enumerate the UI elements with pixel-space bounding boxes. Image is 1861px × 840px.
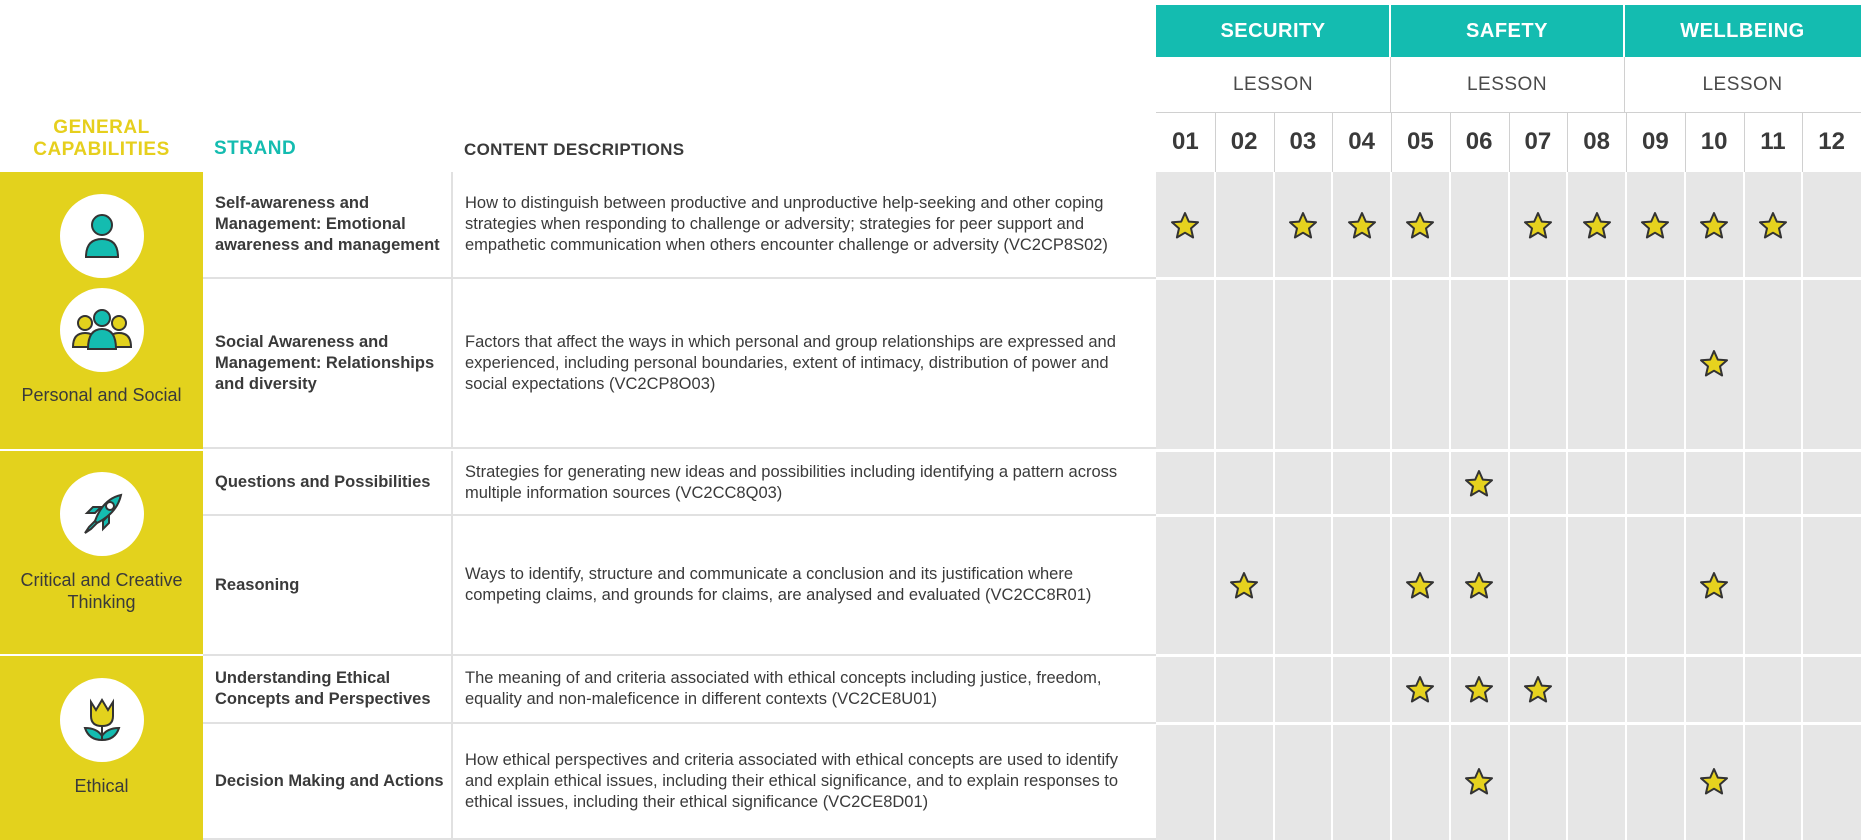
rocket-icon [60,472,144,556]
grid-row-line [1156,654,1861,657]
divider [1390,57,1391,112]
star-icon [1641,211,1670,238]
content-cell: The meaning of and criteria associated w… [453,656,1156,724]
lesson-number: 01 [1172,128,1199,155]
content-cell: Strategies for generating new ideas and … [453,451,1156,516]
star-icon [1347,211,1376,238]
lesson-number: 09 [1642,128,1669,155]
star-icon [1465,676,1494,703]
content-cell: Ways to identify, structure and communic… [453,516,1156,656]
grid-column-line [1507,172,1510,840]
grid-column-line [1331,172,1334,840]
divider [1743,112,1745,172]
star-icon [1465,768,1494,795]
divider [1332,112,1334,172]
strand-cell: Decision Making and Actions [203,724,453,840]
divider [1449,112,1451,172]
theme-divider [1623,5,1625,57]
grid-column-line [1448,172,1451,840]
divider [1214,112,1216,172]
lesson-number: 12 [1818,128,1845,155]
lesson-number: 06 [1465,128,1493,155]
content-cell: How to distinguish between productive an… [453,172,1156,279]
star-icon [1700,572,1729,599]
divider [1273,112,1275,172]
lesson-number: 04 [1348,128,1375,155]
capability-label: Critical and Creative Thinking [20,570,183,612]
star-icon [1406,211,1435,238]
strand-cell: Questions and Possibilities [203,451,453,516]
strand-cell: Social Awareness and Management: Relatio… [203,279,453,449]
divider [1391,112,1392,172]
tulip-icon [60,678,144,762]
star-icon [1288,211,1317,238]
star-icon [1406,676,1435,703]
grid-row-line [1156,514,1861,517]
star-icon [1523,676,1552,703]
grid-row-line [1156,449,1861,452]
star-icon [1230,572,1259,599]
star-icon [1406,572,1435,599]
lesson-label: LESSON [1702,73,1783,95]
grid-column-line [1213,172,1216,840]
star-icon [1171,211,1200,238]
capability-label: Ethical [74,776,129,796]
lesson-label: LESSON [1232,73,1314,95]
strand-cell: Reasoning [203,516,453,656]
grid-column-line [1390,172,1392,840]
star-icon [1465,469,1494,496]
strand-cell: Self-awareness and Management: Emotional… [203,172,453,279]
grid-column-line [1683,172,1686,840]
person-icon [60,194,144,278]
star-icon [1523,211,1552,238]
divider [1802,112,1804,172]
grid-column-line [1566,172,1569,840]
grid-column-line [1625,172,1627,840]
strand-header: STRAND [214,138,297,159]
content-cell: How ethical perspectives and criteria as… [453,724,1156,840]
strand-cell: Understanding Ethical Concepts and Persp… [203,656,453,724]
lesson-number: 08 [1583,128,1610,155]
grid-column-line [1272,172,1275,840]
theme-divider [1389,5,1391,57]
grid-column-line [1801,172,1804,840]
star-icon [1465,572,1494,599]
star-icon [1582,211,1611,238]
star-icon [1758,211,1787,238]
grid-column-line [1742,172,1745,840]
theme-safety: SAFETY [1390,5,1624,57]
capability-label: Personal and Social [21,385,182,405]
lesson-number: 07 [1524,128,1552,155]
theme-wellbeing: WELLBEING [1624,5,1861,57]
divider [1508,112,1510,172]
divider [1567,112,1569,172]
lesson-number: 02 [1230,128,1258,155]
star-icon [1700,768,1729,795]
lesson-number: 10 [1700,128,1728,155]
lesson-label: LESSON [1466,73,1548,95]
theme-security: SECURITY [1156,5,1390,57]
star-icon [1700,350,1729,377]
lesson-number: 05 [1407,128,1434,155]
general-capabilities-header: GENERAL CAPABILITIES [33,117,170,160]
lesson-number: 11 [1760,128,1786,155]
people-group-icon [60,288,144,372]
content-cell: Factors that affect the ways in which pe… [453,279,1156,449]
divider [1624,57,1625,112]
content-descriptions-header: CONTENT DESCRIPTIONS [464,140,685,159]
star-icon [1700,211,1729,238]
grid-row-line [1156,277,1861,280]
divider [1626,112,1627,172]
lesson-number: 03 [1289,128,1317,155]
divider [1684,112,1686,172]
grid-row-line [1156,722,1861,725]
